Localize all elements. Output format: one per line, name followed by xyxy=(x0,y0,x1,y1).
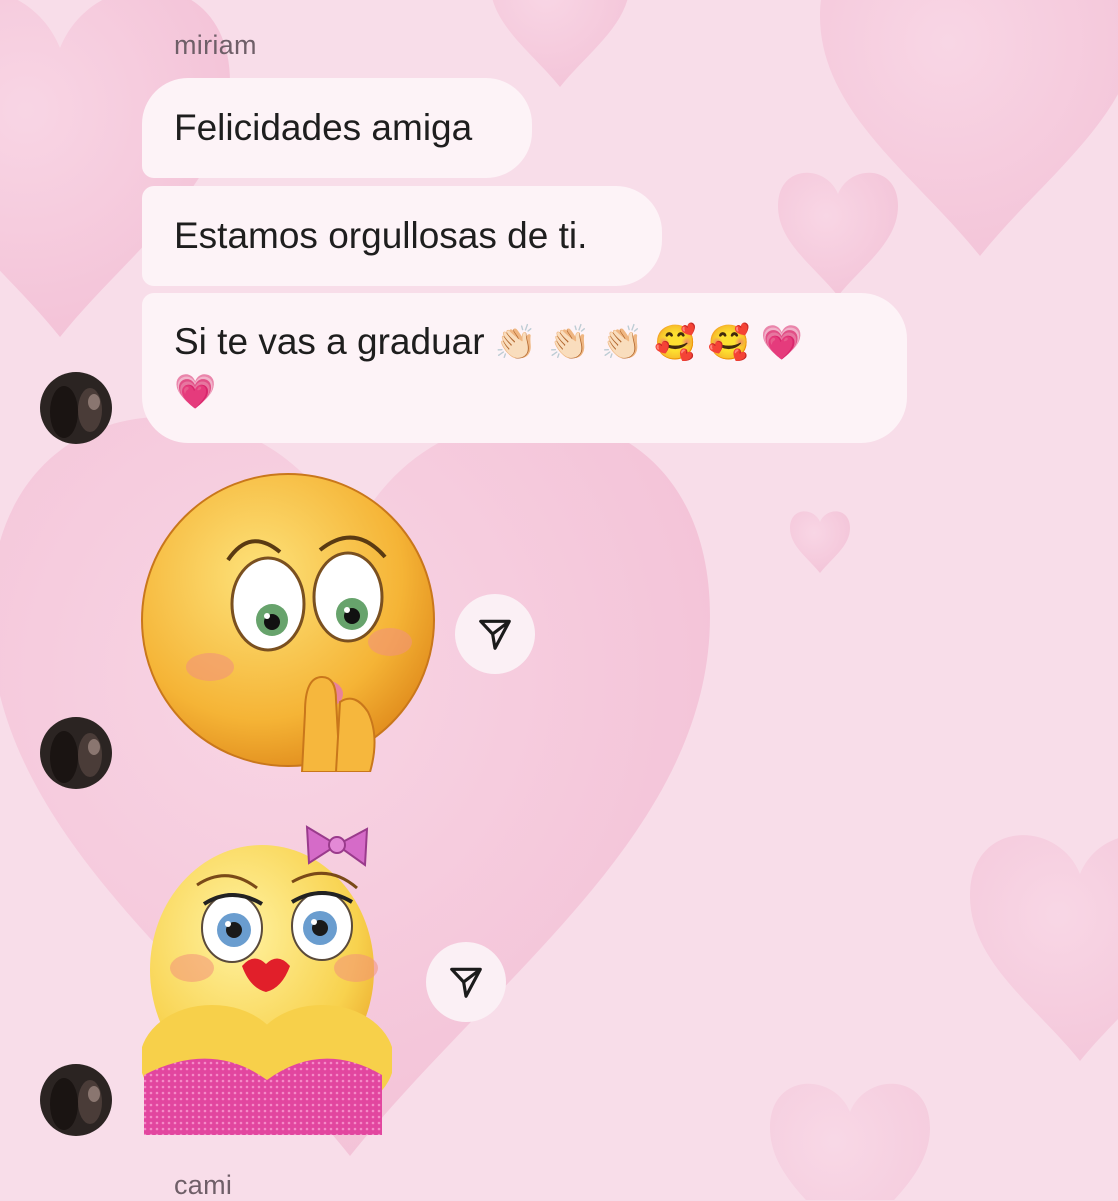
pink-heart-emoji-icon: 💗 xyxy=(174,372,217,412)
smiling-face-hearts-emoji-icon: 🥰 xyxy=(654,323,697,363)
blushing-emoji-sticker[interactable] xyxy=(140,472,440,777)
pink-heart-emoji-icon: 💗 xyxy=(760,323,803,363)
avatar[interactable] xyxy=(40,717,112,789)
message-bubble[interactable]: Estamos orgullosas de ti. xyxy=(142,186,662,286)
message-bubble[interactable]: Si te vas a graduar 👏🏻 👏🏻 👏🏻 🥰 🥰 💗 💗 xyxy=(142,293,907,443)
kissing-emoji-sticker[interactable] xyxy=(140,820,394,1140)
smiling-face-hearts-emoji-icon: 🥰 xyxy=(707,323,750,363)
message-text: Estamos orgullosas de ti. xyxy=(174,215,588,256)
message-bubble[interactable]: Felicidades amiga xyxy=(142,78,532,178)
avatar[interactable] xyxy=(40,372,112,444)
clapping-hands-emoji-icon: 👏🏻 xyxy=(601,323,644,363)
message-text: Si te vas a graduar xyxy=(174,321,485,362)
clapping-hands-emoji-icon: 👏🏻 xyxy=(494,323,538,363)
share-button[interactable] xyxy=(426,942,506,1022)
message-text: Felicidades amiga xyxy=(174,107,473,148)
sender-name-miriam: miriam xyxy=(174,30,257,60)
share-button[interactable] xyxy=(455,594,535,674)
paper-plane-icon xyxy=(479,619,511,650)
paper-plane-icon xyxy=(450,967,482,998)
avatar[interactable] xyxy=(40,1064,112,1136)
sender-name-cami: cami xyxy=(174,1170,233,1200)
clapping-hands-emoji-icon: 👏🏻 xyxy=(548,323,591,363)
